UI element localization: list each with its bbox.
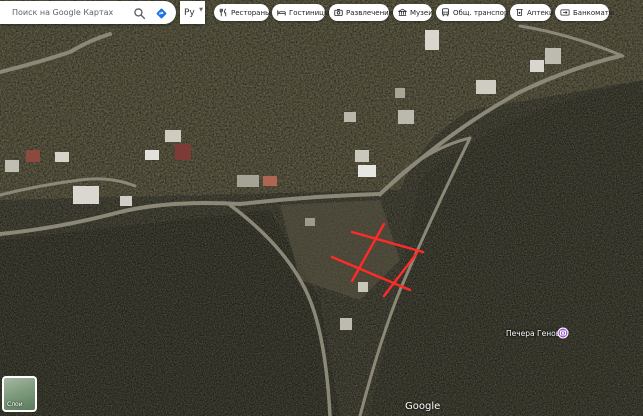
chip-label: Музеи: [410, 8, 433, 17]
chevron-down-icon: ▼: [199, 7, 203, 13]
pharmacy-icon: [515, 9, 524, 16]
chip-label: Гостиницы: [289, 8, 330, 17]
chip-label: Рестораны: [231, 8, 271, 17]
fork-knife-icon: [219, 8, 227, 17]
chip-hotels[interactable]: Гостиницы: [272, 4, 329, 21]
chip-transit[interactable]: Общ. транспорт: [436, 4, 513, 21]
language-value: Ру: [184, 7, 195, 18]
language-select[interactable]: Ру ▼: [180, 1, 205, 24]
search-input[interactable]: [10, 7, 132, 18]
place-pin-icon[interactable]: [557, 327, 569, 339]
camera-icon: [334, 9, 343, 16]
chip-label: Развлечения: [346, 8, 393, 17]
chip-label: Банкоматы: [573, 8, 615, 17]
chip-restaurants[interactable]: Рестораны: [214, 4, 271, 21]
bed-icon: [277, 10, 286, 16]
layers-button[interactable]: Слои: [2, 376, 37, 412]
layers-label: Слои: [7, 401, 23, 408]
bus-icon: [442, 8, 449, 17]
chip-label: Общ. транспорт: [453, 8, 513, 17]
google-logo: Google: [405, 401, 441, 412]
satellite-map[interactable]: [0, 0, 643, 416]
directions-icon[interactable]: [155, 5, 168, 24]
search-icon[interactable]: [133, 5, 146, 24]
chip-atms[interactable]: Банкоматы: [555, 4, 614, 21]
chip-museums[interactable]: Музеи: [393, 4, 433, 21]
museum-icon: [398, 8, 407, 16]
chip-label: Аптеки: [527, 8, 554, 17]
atm-icon: [560, 9, 570, 16]
chip-entertainment[interactable]: Развлечения: [329, 4, 393, 21]
chip-pharmacies[interactable]: Аптеки: [510, 4, 554, 21]
search-box[interactable]: [0, 1, 176, 24]
